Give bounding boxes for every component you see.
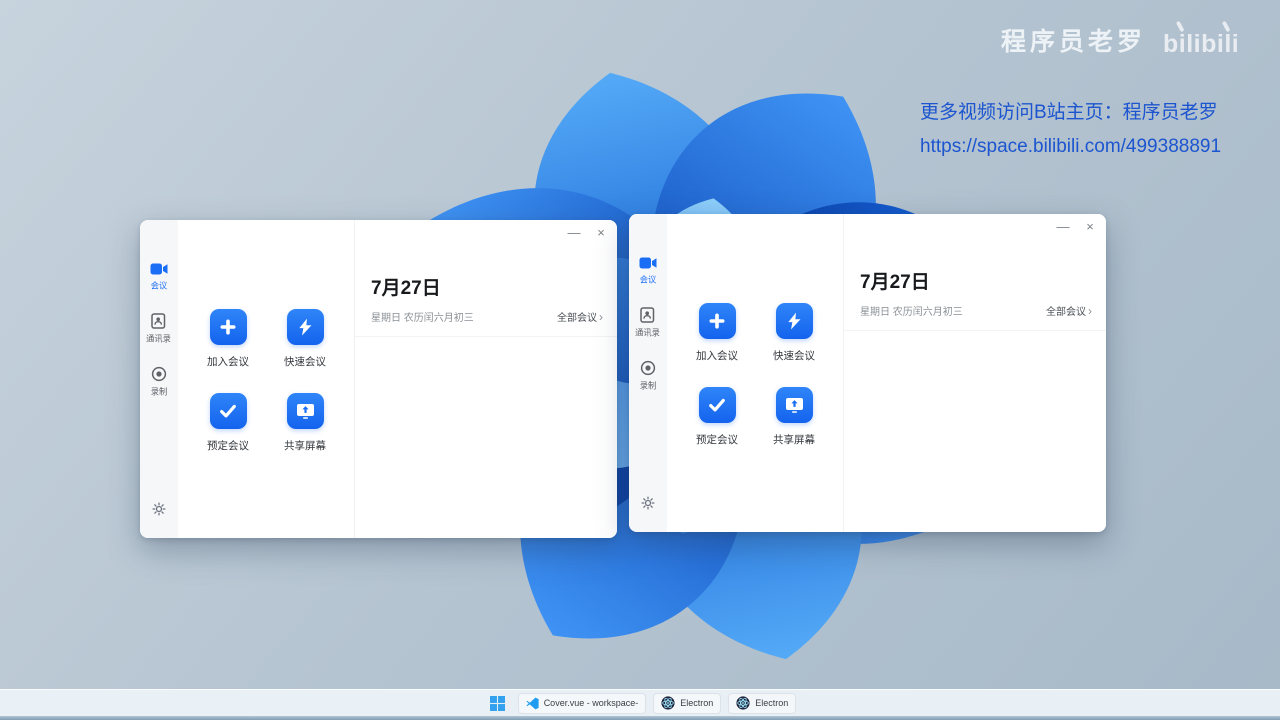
bilibili-logo: bilibili <box>1162 20 1264 60</box>
action-label: 加入会议 <box>696 350 738 362</box>
sidebar-item-label: 通讯录 <box>635 328 661 338</box>
action-label: 预定会议 <box>207 440 249 452</box>
sidebar: 会议 通讯录 录制 <box>140 220 178 538</box>
video-camera-icon <box>639 256 657 270</box>
taskbar-item-electron-1[interactable]: Electron <box>653 692 722 714</box>
chevron-right-icon: › <box>1088 303 1092 318</box>
close-button[interactable]: × <box>1083 218 1097 236</box>
all-meetings-label: 全部会议 <box>1046 307 1086 318</box>
taskbar: Cover.vue - workspace- Electron Electron <box>0 689 1280 716</box>
action-label: 快速会议 <box>773 350 815 362</box>
svg-text:bilibili: bilibili <box>1163 30 1239 58</box>
video-camera-icon <box>150 262 168 276</box>
sidebar-item-label: 会议 <box>150 281 168 291</box>
sidebar-item-record[interactable]: 录制 <box>150 366 168 398</box>
taskbar-item-label: Electron <box>680 698 714 708</box>
record-icon <box>151 366 167 382</box>
sidebar-item-contacts[interactable]: 通讯录 <box>145 313 172 345</box>
quick-meeting-button[interactable]: 快速会议 <box>757 303 831 363</box>
schedule-subtitle: 星期日 农历闰六月初三 <box>860 307 963 318</box>
schedule-meeting-button[interactable]: 预定会议 <box>191 393 265 453</box>
gear-icon <box>151 501 167 517</box>
meeting-app-window-2: — × 会议 通讯录 录制 加入会议 快速会议 预定会议 共享屏幕 7月27日 … <box>629 214 1106 532</box>
lightning-icon <box>787 312 802 330</box>
screen-bottom-edge <box>0 716 1280 720</box>
schedule-panel: 7月27日 星期日 农历闰六月初三 全部会议 › <box>843 214 1106 532</box>
schedule-meeting-button[interactable]: 预定会议 <box>680 387 754 447</box>
action-label: 预定会议 <box>696 434 738 446</box>
screen-share-icon <box>296 403 315 420</box>
divider <box>844 330 1106 331</box>
vscode-icon <box>526 697 539 710</box>
promo-text: 更多视频访问B站主页：程序员老罗 https://space.bilibili.… <box>920 96 1221 164</box>
close-button[interactable]: × <box>594 224 608 242</box>
sidebar-item-label: 录制 <box>639 381 657 391</box>
screen-share-icon <box>785 397 804 414</box>
taskbar-item-label: Electron <box>755 698 789 708</box>
settings-button[interactable] <box>640 495 656 516</box>
contacts-icon <box>640 307 655 323</box>
sidebar-item-label: 录制 <box>150 387 168 397</box>
contacts-icon <box>151 313 166 329</box>
taskbar-item-vscode[interactable]: Cover.vue - workspace- <box>517 692 647 714</box>
check-icon <box>708 397 726 413</box>
all-meetings-link[interactable]: 全部会议 › <box>557 309 603 325</box>
record-icon <box>640 360 656 376</box>
sidebar-item-label: 通讯录 <box>146 334 172 344</box>
minimize-button[interactable]: — <box>1056 218 1070 236</box>
action-label: 共享屏幕 <box>773 434 815 446</box>
schedule-date: 7月27日 <box>371 278 441 299</box>
action-label: 共享屏幕 <box>284 440 326 452</box>
sidebar: 会议 通讯录 录制 <box>629 214 667 532</box>
join-meeting-button[interactable]: 加入会议 <box>680 303 754 363</box>
promo-line-1: 更多视频访问B站主页：程序员老罗 <box>920 102 1218 123</box>
check-icon <box>219 403 237 419</box>
promo-line-2: https://space.bilibili.com/499388891 <box>920 136 1222 157</box>
share-screen-button[interactable]: 共享屏幕 <box>268 393 342 453</box>
share-screen-button[interactable]: 共享屏幕 <box>757 387 831 447</box>
sidebar-item-label: 会议 <box>639 275 657 285</box>
sidebar-item-meeting[interactable]: 会议 <box>639 256 657 286</box>
channel-branding: 程序员老罗 bilibili <box>1001 20 1264 60</box>
join-meeting-button[interactable]: 加入会议 <box>191 309 265 369</box>
plus-icon <box>219 318 237 336</box>
chevron-right-icon: › <box>599 309 603 324</box>
schedule-date: 7月27日 <box>860 272 930 293</box>
schedule-subtitle: 星期日 农历闰六月初三 <box>371 313 474 324</box>
sidebar-item-meeting[interactable]: 会议 <box>150 262 168 292</box>
meeting-app-window-1: — × 会议 通讯录 录制 加入会议 快速会议 预定会议 共享屏幕 7月27日 … <box>140 220 617 538</box>
all-meetings-link[interactable]: 全部会议 › <box>1046 303 1092 319</box>
electron-icon <box>661 696 675 710</box>
electron-icon <box>736 696 750 710</box>
windows-logo-icon <box>489 695 505 711</box>
channel-name: 程序员老罗 <box>1000 28 1146 56</box>
sidebar-item-contacts[interactable]: 通讯录 <box>634 307 661 339</box>
plus-icon <box>708 312 726 330</box>
action-label: 快速会议 <box>284 356 326 368</box>
schedule-panel: 7月27日 星期日 农历闰六月初三 全部会议 › <box>354 220 617 538</box>
lightning-icon <box>298 318 313 336</box>
action-label: 加入会议 <box>207 356 249 368</box>
meeting-actions: 加入会议 快速会议 预定会议 共享屏幕 <box>178 220 354 538</box>
settings-button[interactable] <box>151 501 167 522</box>
all-meetings-label: 全部会议 <box>557 313 597 324</box>
meeting-actions: 加入会议 快速会议 预定会议 共享屏幕 <box>667 214 843 532</box>
quick-meeting-button[interactable]: 快速会议 <box>268 309 342 369</box>
taskbar-item-electron-2[interactable]: Electron <box>728 692 797 714</box>
minimize-button[interactable]: — <box>567 224 581 242</box>
taskbar-item-label: Cover.vue - workspace- <box>543 698 639 708</box>
gear-icon <box>640 495 656 511</box>
divider <box>355 336 617 337</box>
start-button[interactable] <box>484 693 511 714</box>
sidebar-item-record[interactable]: 录制 <box>639 360 657 392</box>
